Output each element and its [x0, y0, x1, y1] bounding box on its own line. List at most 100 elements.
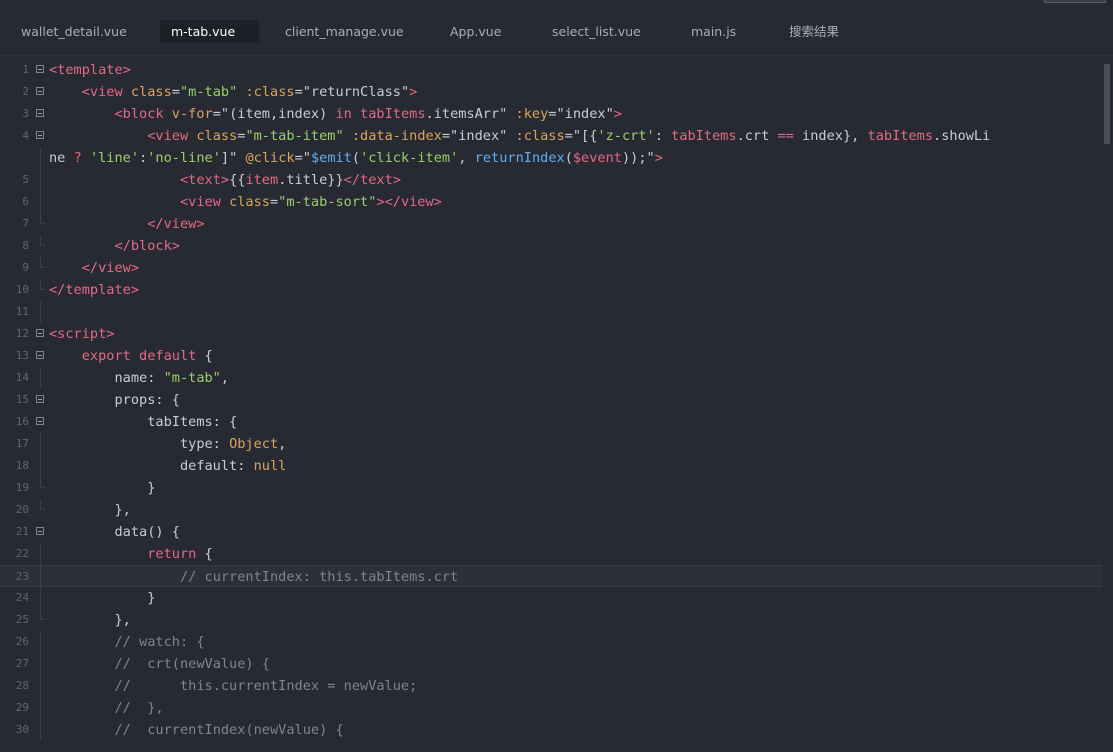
code-line[interactable]: 7 </view>: [0, 213, 1102, 235]
fold-toggle-icon[interactable]: [36, 527, 44, 535]
code-token: :data-index: [351, 128, 442, 144]
tab-main-js[interactable]: main.js: [691, 20, 736, 43]
line-number: 25: [15, 613, 29, 626]
tab-app-vue[interactable]: App.vue: [450, 20, 501, 43]
code-token: props: {: [49, 392, 180, 408]
code-text: export default {: [49, 345, 213, 367]
fold-guide: [40, 147, 41, 169]
code-token: (: [351, 150, 361, 166]
code-token: (: [564, 150, 573, 166]
fold-toggle-icon[interactable]: [36, 395, 44, 403]
code-line[interactable]: 20 },: [0, 499, 1102, 521]
current-code-line[interactable]: 23 // currentIndex: this.tabItems.crt: [0, 565, 1102, 588]
code-line[interactable]: 18 default: null: [0, 455, 1102, 477]
code-line[interactable]: 1 <template>: [0, 59, 1102, 81]
code-line[interactable]: 27 // crt(newValue) {: [0, 653, 1102, 675]
code-token: tabItems: [360, 106, 426, 122]
code-line[interactable]: 24 }: [0, 587, 1102, 609]
code-token: .crt: [736, 128, 778, 144]
code-line[interactable]: 5 <text>{{item.title}}</text>: [0, 169, 1102, 191]
code-line[interactable]: 3 <block v-for="(item,index) in tabItems…: [0, 103, 1102, 125]
code-line[interactable]: 30 // currentIndex(newValue) {: [0, 719, 1102, 741]
code-token: <view: [147, 128, 197, 144]
fold-end-marker: [40, 257, 45, 268]
line-number: 27: [15, 657, 29, 670]
fold-end-marker: [40, 279, 45, 290]
line-number: 26: [15, 635, 29, 648]
tab-select-list-vue[interactable]: select_list.vue: [552, 20, 641, 43]
code-token: {: [204, 546, 213, 562]
code-token: ));": [621, 150, 655, 166]
line-number: 21: [15, 525, 29, 538]
line-number: 28: [15, 679, 29, 692]
code-editor[interactable]: 1 <template> 2 <view class="m-tab" :class=…: [0, 59, 1113, 752]
code-token: // this.currentIndex = newValue;: [114, 678, 418, 694]
line-number: 19: [15, 481, 29, 494]
line-number: 3: [22, 107, 29, 120]
code-token: >: [122, 62, 131, 78]
tab-client-manage-vue[interactable]: client_manage.vue: [285, 20, 404, 43]
fold-toggle-icon[interactable]: [36, 329, 44, 337]
fold-guide: [40, 367, 41, 389]
tab-wallet-detail-vue[interactable]: wallet_detail.vue: [21, 20, 127, 43]
code-token: ="index": [548, 106, 614, 122]
fold-toggle-icon[interactable]: [36, 417, 44, 425]
code-text: name: "m-tab",: [49, 367, 229, 389]
code-line[interactable]: 12 <script>: [0, 323, 1102, 345]
tab-search-results[interactable]: 搜索结果: [789, 20, 839, 43]
fold-toggle-icon[interactable]: [36, 65, 44, 73]
code-token: .showLi: [933, 128, 991, 144]
code-token: default: [139, 348, 205, 364]
fold-guide: [40, 653, 41, 675]
line-number: 2: [22, 85, 29, 98]
code-token: class: [196, 128, 238, 144]
code-token: ,: [278, 436, 287, 452]
code-line[interactable]: ne ? 'line':'no-line']" @click="$emit('c…: [0, 147, 1102, 169]
code-line[interactable]: 14 name: "m-tab",: [0, 367, 1102, 389]
code-text: ne ? 'line':'no-line']" @click="$emit('c…: [49, 147, 663, 169]
code-text: // this.currentIndex = newValue;: [49, 675, 417, 697]
code-line[interactable]: 13 export default {: [0, 345, 1102, 367]
code-line[interactable]: 15 props: {: [0, 389, 1102, 411]
code-text: },: [49, 499, 130, 521]
fold-toggle-icon[interactable]: [36, 131, 44, 139]
code-token: :class: [515, 128, 565, 144]
code-text: <view class="m-tab" :class="returnClass"…: [49, 81, 418, 103]
code-line[interactable]: 8 </block>: [0, 235, 1102, 257]
vertical-scrollbar[interactable]: [1103, 59, 1111, 749]
tab-m-tab-vue[interactable]: m-tab.vue: [160, 20, 260, 43]
code-line[interactable]: 25 },: [0, 609, 1102, 631]
code-line[interactable]: 6 <view class="m-tab-sort"></view>: [0, 191, 1102, 213]
line-number: 9: [22, 261, 29, 274]
code-line[interactable]: 22 return {: [0, 543, 1102, 565]
code-token: Object: [229, 436, 279, 452]
line-number: 15: [15, 393, 29, 406]
code-token: </text>: [343, 172, 401, 188]
code-token: ="index": [441, 128, 516, 144]
code-line[interactable]: 9 </view>: [0, 257, 1102, 279]
code-line[interactable]: 21 data() {: [0, 521, 1102, 543]
scrollbar-thumb[interactable]: [1104, 64, 1110, 144]
code-line[interactable]: 26 // watch: {: [0, 631, 1102, 653]
fold-toggle-icon[interactable]: [36, 87, 44, 95]
code-line[interactable]: 2 <view class="m-tab" :class="returnClas…: [0, 81, 1102, 103]
code-line[interactable]: 28 // this.currentIndex = newValue;: [0, 675, 1102, 697]
code-line[interactable]: 19 }: [0, 477, 1102, 499]
code-line[interactable]: 11: [0, 301, 1102, 323]
fold-toggle-icon[interactable]: [36, 351, 44, 359]
code-line[interactable]: 17 type: Object,: [0, 433, 1102, 455]
code-text: default: null: [49, 455, 286, 477]
window-control[interactable]: [1044, 0, 1106, 3]
code-text: // },: [49, 697, 163, 719]
code-line[interactable]: 16 tabItems: {: [0, 411, 1102, 433]
fold-toggle-icon[interactable]: [36, 109, 44, 117]
code-line[interactable]: 4 <view class="m-tab-item" :data-index="…: [0, 125, 1102, 147]
code-line[interactable]: 29 // },: [0, 697, 1102, 719]
code-text: data() {: [49, 521, 179, 543]
code-line[interactable]: 10 </template>: [0, 279, 1102, 301]
line-number: 7: [22, 217, 29, 230]
